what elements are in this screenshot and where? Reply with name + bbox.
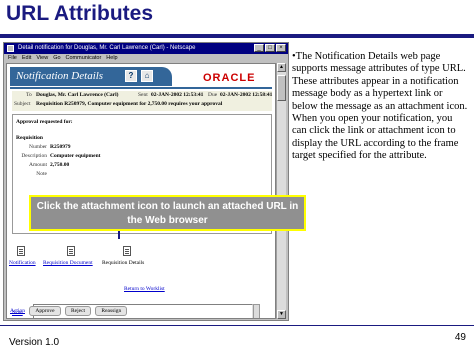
attachment-row: Notification Requisition Document Requis…	[7, 246, 275, 270]
page-scrollbar[interactable]: ▲ ▼	[276, 63, 286, 319]
netscape-app-icon	[7, 45, 14, 52]
approve-button[interactable]: Approve	[29, 306, 61, 316]
minimize-icon[interactable]: _	[254, 44, 264, 52]
help-icon[interactable]: ?	[125, 70, 137, 82]
menu-edit[interactable]: Edit	[22, 54, 31, 62]
reassign-button[interactable]: Reassign	[95, 306, 128, 316]
close-icon[interactable]: ×	[276, 44, 286, 52]
scroll-down-icon[interactable]: ▼	[277, 310, 286, 319]
slide-title: URL Attributes	[6, 2, 153, 25]
browser-window: Detail notification for Douglas, Mr. Car…	[3, 42, 289, 321]
requisition-document-icon[interactable]	[67, 246, 75, 256]
info-row-recipient: To Douglas, Mr. Carl Lawrence (Carl) Sen…	[12, 91, 272, 100]
field-amount-key: Amount	[28, 162, 47, 168]
notification-page: Notification Details ? ⌂ ORACLE To Dougl…	[6, 63, 276, 319]
menu-file[interactable]: File	[8, 54, 17, 62]
menu-communicator[interactable]: Communicator	[66, 54, 102, 62]
subject-label: Subject	[14, 101, 31, 107]
field-number-value: R250979	[50, 144, 71, 150]
menu-help[interactable]: Help	[106, 54, 117, 62]
field-description-value: Computer equipment	[50, 153, 101, 159]
attachment-requisition-details-label[interactable]: Requisition Details	[102, 260, 144, 266]
menu-go[interactable]: Go	[53, 54, 60, 62]
scroll-up-icon[interactable]: ▲	[277, 63, 286, 72]
return-to-worklist-link[interactable]: Return to Worklist	[124, 286, 165, 292]
maximize-icon[interactable]: □	[265, 44, 275, 52]
header-divider	[10, 87, 272, 89]
sent-label: Sent	[138, 92, 148, 98]
info-row-subject: Subject Requisition R250979, Computer eq…	[12, 100, 272, 109]
browser-titlebar: Detail notification for Douglas, Mr. Car…	[4, 43, 288, 54]
field-number: Number R250979	[13, 144, 71, 150]
to-value: Douglas, Mr. Carl Lawrence (Carl)	[36, 92, 119, 98]
oracle-logo: ORACLE	[203, 72, 256, 84]
footer-divider	[0, 325, 474, 326]
action-label[interactable]: Action	[10, 308, 25, 314]
page-number: 49	[454, 332, 466, 343]
due-label: Due	[208, 92, 218, 98]
reject-button[interactable]: Reject	[64, 306, 92, 316]
window-controls: _ □ ×	[254, 44, 286, 52]
notification-title: Notification Details	[16, 70, 104, 82]
notification-attachment-icon[interactable]	[17, 246, 25, 256]
field-description: Description Computer equipment	[13, 153, 100, 159]
title-divider	[0, 34, 474, 38]
subject-value: Requisition R250979, Computer equipment …	[36, 101, 223, 107]
action-row: Action Approve Reject Reassign	[10, 306, 128, 316]
browser-menubar: File Edit View Go Communicator Help	[4, 54, 288, 62]
note-scrollbar[interactable]	[253, 304, 260, 318]
bullet-paragraph: •The Notification Details web page suppo…	[292, 51, 468, 162]
notification-info: To Douglas, Mr. Carl Lawrence (Carl) Sen…	[12, 91, 272, 111]
requisition-heading: Requisition	[16, 135, 43, 141]
field-amount-value: 2,750.00	[50, 162, 70, 168]
window-title: Detail notification for Douglas, Mr. Car…	[18, 45, 196, 51]
requisition-details-icon[interactable]	[123, 246, 131, 256]
footer-version: Version 1.0	[9, 337, 60, 348]
sent-value: 02-JAN-2002 12:53:41	[151, 92, 204, 98]
menu-view[interactable]: View	[36, 54, 48, 62]
field-note: Note	[13, 171, 50, 177]
to-label: To	[26, 92, 32, 98]
notification-header: Notification Details ? ⌂	[10, 67, 172, 86]
home-icon[interactable]: ⌂	[141, 70, 153, 82]
due-value: 02-JAN-2002 12:58:41	[220, 92, 273, 98]
approval-heading: Approval requested for:	[16, 119, 73, 125]
attachment-notification-link[interactable]: Notification	[9, 260, 36, 266]
scroll-thumb[interactable]	[277, 75, 286, 101]
attachment-requisition-document-link[interactable]: Requisition Document	[43, 260, 93, 266]
field-note-key: Note	[36, 171, 47, 177]
field-amount: Amount 2,750.00	[13, 162, 69, 168]
field-description-key: Description	[21, 153, 47, 159]
callout-box: Click the attachment icon to launch an a…	[29, 195, 306, 231]
field-number-key: Number	[28, 144, 47, 150]
